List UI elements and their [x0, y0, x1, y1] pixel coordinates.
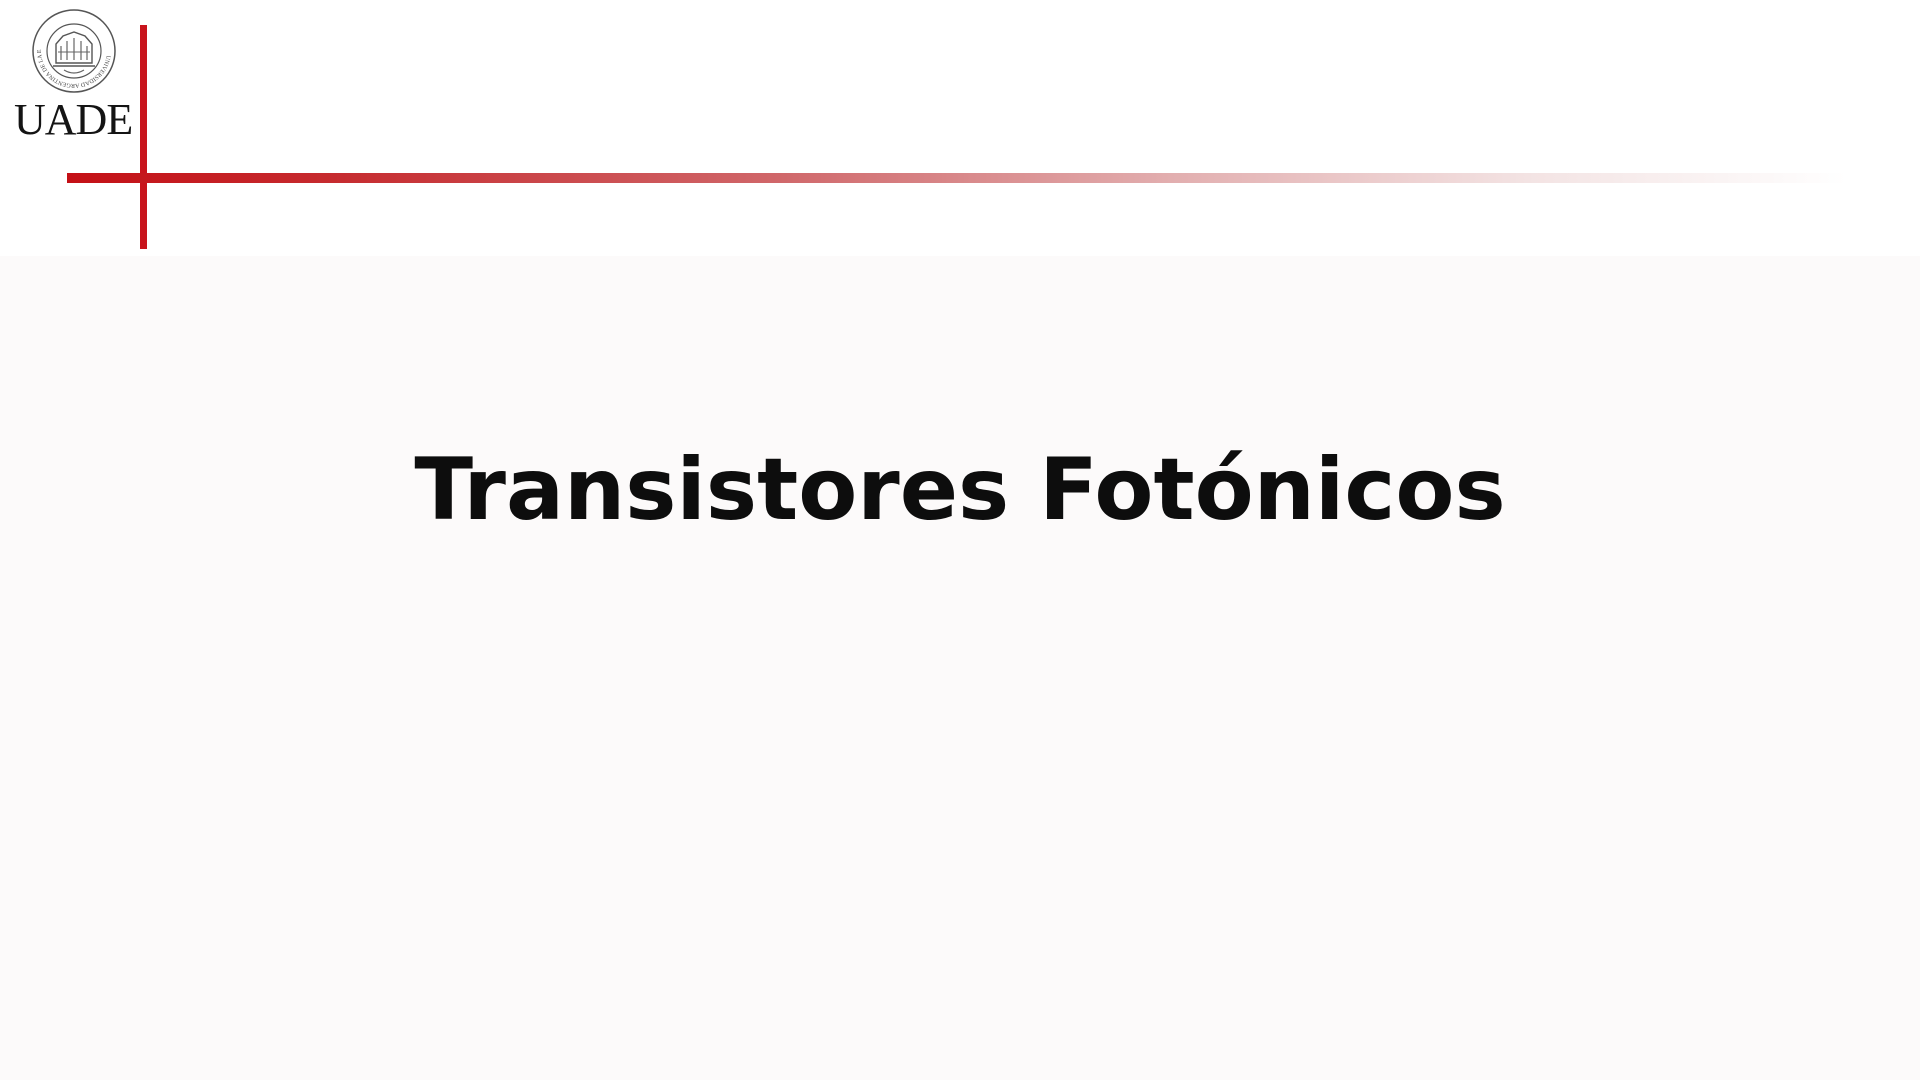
- university-seal-icon: UNIVERSIDAD ARGENTINA DE LA EMPRESA: [31, 8, 116, 93]
- accent-vertical-line: [140, 25, 147, 249]
- slide-header: UNIVERSIDAD ARGENTINA DE LA EMPRESA UADE: [0, 0, 1920, 256]
- slide: UNIVERSIDAD ARGENTINA DE LA EMPRESA UADE…: [0, 0, 1920, 1080]
- uade-logo: UNIVERSIDAD ARGENTINA DE LA EMPRESA UADE: [14, 8, 133, 150]
- logo-wordmark: UADE: [14, 95, 133, 144]
- slide-title: Transistores Fotónicos: [414, 440, 1506, 540]
- accent-horizontal-line: [67, 173, 1847, 183]
